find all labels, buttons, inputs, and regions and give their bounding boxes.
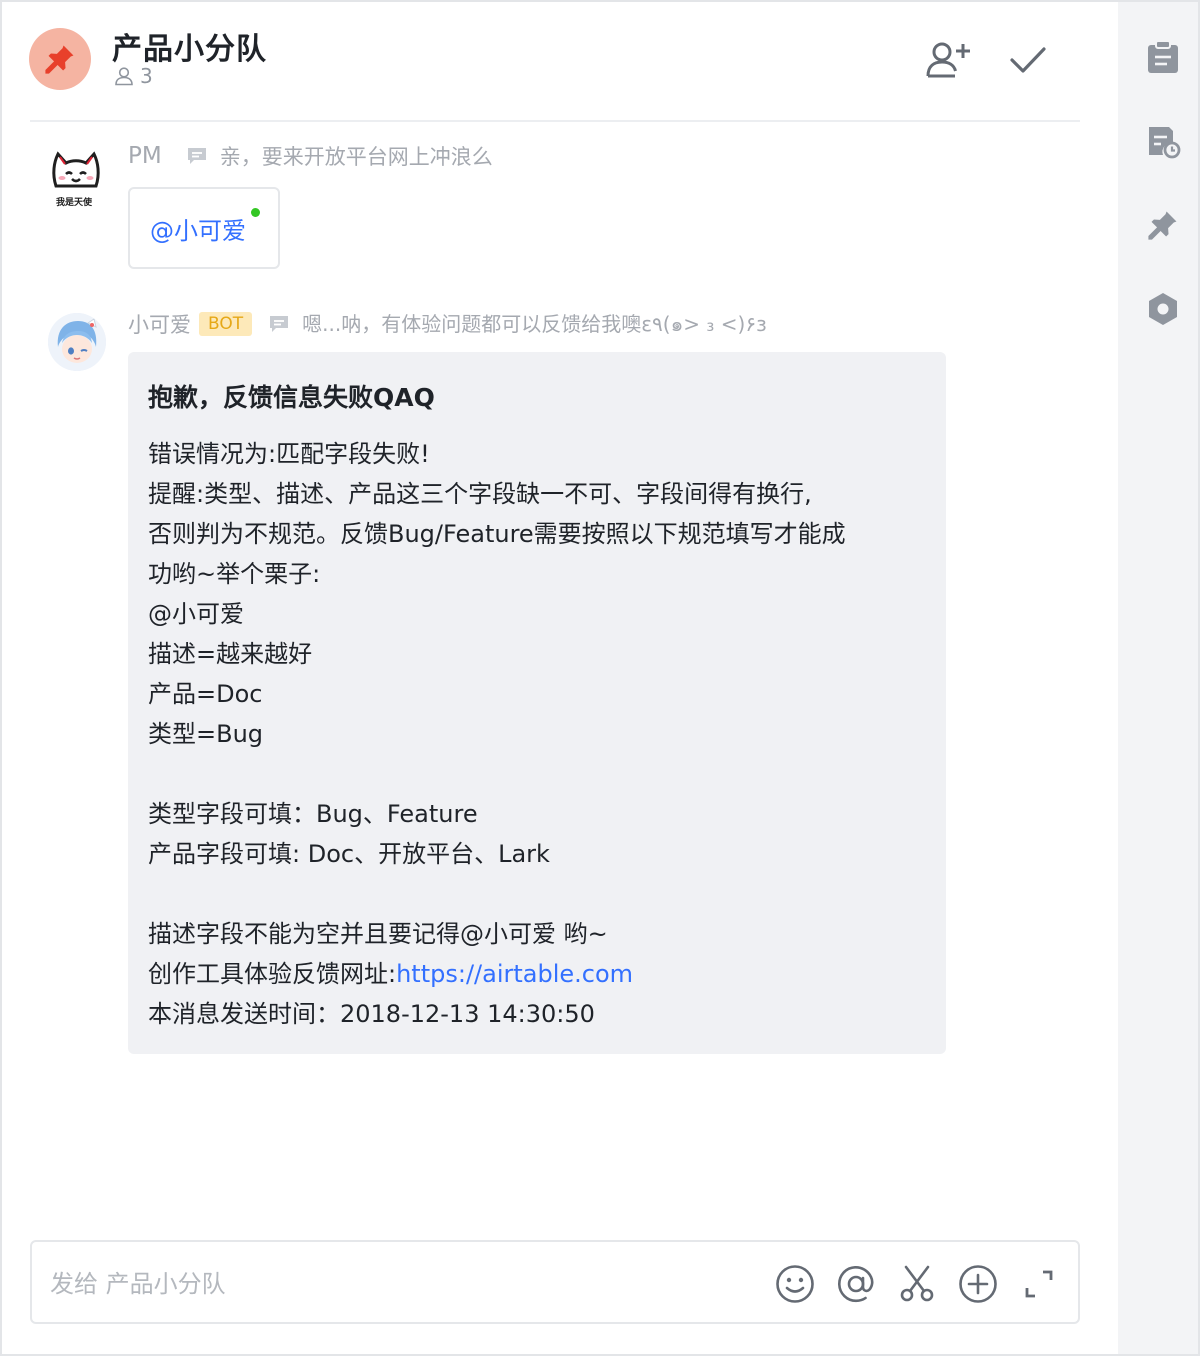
expand-composer-button[interactable] xyxy=(1018,1263,1060,1305)
card-line-blank xyxy=(148,874,928,914)
sender-name[interactable]: PM xyxy=(128,143,162,169)
online-status-dot xyxy=(251,208,260,217)
plus-circle-icon xyxy=(959,1265,997,1303)
card-line: @小可爱 xyxy=(148,600,244,628)
pin-icon xyxy=(45,45,74,74)
card-title: 抱歉，反馈信息失败QAQ xyxy=(148,383,435,412)
scissors-icon xyxy=(900,1265,934,1302)
add-member-button[interactable] xyxy=(924,38,972,82)
group-avatar[interactable] xyxy=(29,28,91,90)
feedback-url-link[interactable]: https://airtable.com xyxy=(396,960,633,988)
check-icon xyxy=(1010,47,1046,73)
url-label: 创作工具体验反馈网址: xyxy=(148,960,397,988)
card-line: 功哟~举个栗子: xyxy=(148,560,321,588)
right-sidebar xyxy=(1118,2,1198,1354)
card-line: 错误情况为:匹配字段失败! xyxy=(148,440,430,468)
quote-icon xyxy=(186,146,208,166)
pinned-button[interactable] xyxy=(1144,206,1182,244)
clipboard-icon xyxy=(1148,40,1178,73)
settings-hex-icon xyxy=(1149,293,1177,325)
add-member-icon xyxy=(926,42,970,78)
card-line: 产品=Doc xyxy=(148,680,263,708)
screenshot-button[interactable] xyxy=(896,1263,938,1305)
doc-clock-icon xyxy=(1149,127,1181,159)
feedback-url-line: 创作工具体验反馈网址:https://airtable.com xyxy=(148,954,928,994)
message-header: 小可爱 BOT 嗯...呐，有体验问题都可以反馈给我噢ε٩(๑> ₃ <)۶з xyxy=(128,308,767,340)
message-input[interactable] xyxy=(50,1264,650,1304)
avatar-caption: 我是天使 xyxy=(56,198,93,208)
card-line: 类型=Bug xyxy=(148,720,264,748)
person-icon xyxy=(115,67,133,86)
chat-title: 产品小分队 xyxy=(112,32,267,67)
more-actions-button[interactable] xyxy=(957,1263,999,1305)
quoted-message[interactable]: 嗯...呐，有体验问题都可以反馈给我噢ε٩(๑> ₃ <)۶з xyxy=(302,308,767,340)
emoji-icon xyxy=(776,1265,814,1303)
mention-link[interactable]: @小可爱 xyxy=(150,211,246,246)
header-divider xyxy=(30,120,1080,122)
card-body: 错误情况为:匹配字段失败! 提醒:类型、描述、产品这三个字段缺一不可、字段间得有… xyxy=(148,434,928,1034)
card-line: 描述=越来越好 xyxy=(148,640,313,668)
chat-settings-button[interactable] xyxy=(1144,290,1182,328)
quoted-message[interactable]: 亲，要来开放平台网上冲浪么 xyxy=(220,141,493,171)
card-line: 否则判为不规范。反馈Bug/Feature需要按照以下规范填写才能成 xyxy=(148,520,846,548)
bot-message-card[interactable]: 抱歉，反馈信息失败QAQ 错误情况为:匹配字段失败! 提醒:类型、描述、产品这三… xyxy=(128,352,946,1054)
emoji-button[interactable] xyxy=(774,1263,816,1305)
expand-icon xyxy=(1025,1270,1053,1298)
bot-avatar[interactable] xyxy=(48,313,106,371)
pin-icon xyxy=(1148,211,1177,240)
anime-avatar-icon xyxy=(48,313,106,371)
bot-badge: BOT xyxy=(199,312,253,336)
card-line: 类型字段可填：Bug、Feature xyxy=(148,800,478,828)
quote-icon xyxy=(268,314,290,334)
done-button[interactable] xyxy=(1004,38,1052,82)
mention-icon xyxy=(837,1265,874,1303)
cat-icon xyxy=(52,151,100,188)
chat-header: 产品小分队 3 xyxy=(2,2,1118,120)
member-count[interactable]: 3 xyxy=(114,64,153,88)
chat-docs-button[interactable] xyxy=(1144,122,1182,160)
message-composer xyxy=(30,1240,1080,1324)
sent-time: 本消息发送时间：2018-12-13 14:30:50 xyxy=(148,1000,595,1028)
card-line: 描述字段不能为空并且要记得@小可爱 哟~ xyxy=(148,920,608,948)
mention-button[interactable] xyxy=(835,1263,877,1305)
pm-avatar[interactable]: 我是天使 xyxy=(46,146,104,208)
card-line: 提醒:类型、描述、产品这三个字段缺一不可、字段间得有换行, xyxy=(148,480,812,508)
member-count-value: 3 xyxy=(140,64,153,88)
message-bubble[interactable]: @小可爱 xyxy=(128,187,280,269)
message-header: PM 亲，要来开放平台网上冲浪么 xyxy=(128,141,493,171)
announcement-button[interactable] xyxy=(1144,38,1182,76)
card-line: 产品字段可填: Doc、开放平台、Lark xyxy=(148,840,550,868)
card-line-blank xyxy=(148,754,928,794)
sender-name[interactable]: 小可爱 xyxy=(128,309,191,339)
